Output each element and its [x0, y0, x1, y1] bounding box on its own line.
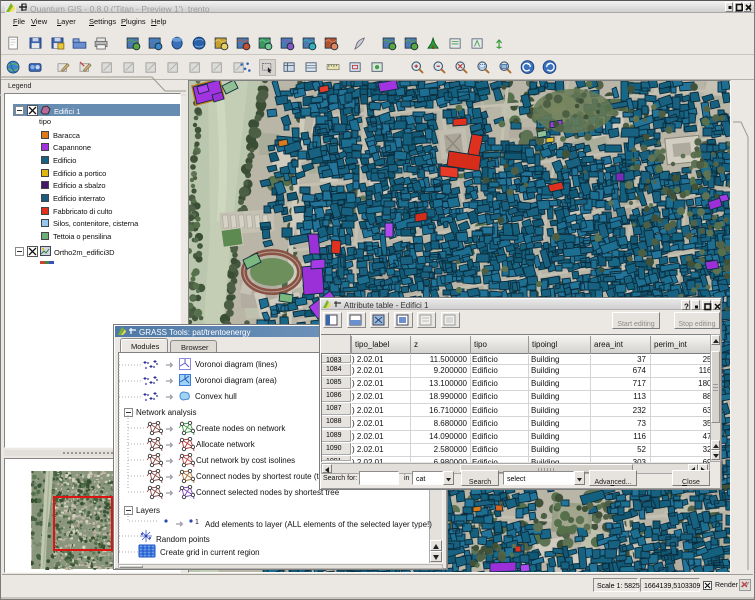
svg-text:1: 1 — [195, 519, 199, 525]
svg-text:?: ? — [684, 302, 689, 311]
